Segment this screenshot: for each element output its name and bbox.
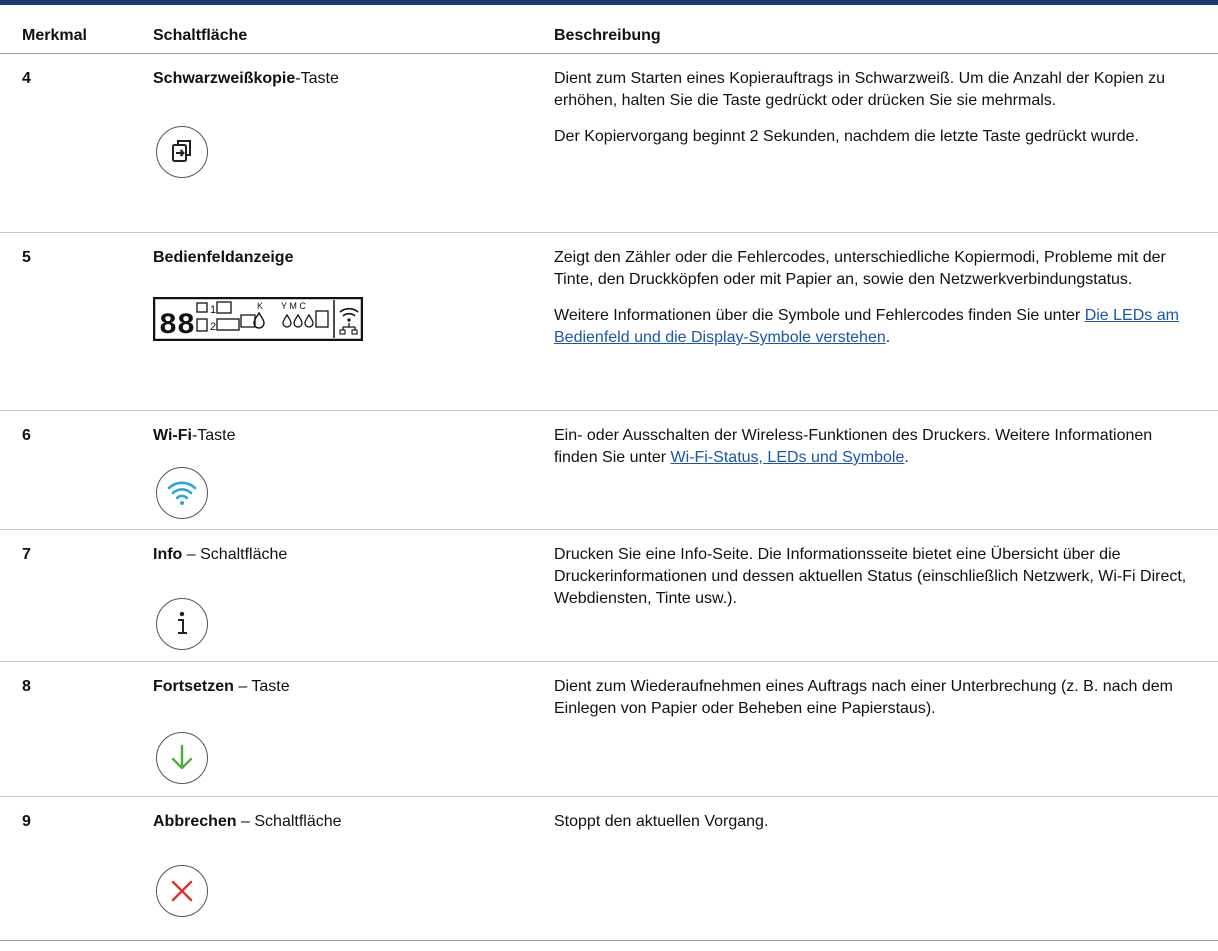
control-panel-display: 88 1 2 K Y M C [152,296,364,343]
button-label-bold: Fortsetzen [153,678,234,695]
feature-number: 9 [22,813,31,830]
header-schaltflaeche: Schaltfläche [153,27,248,44]
button-label-bold: Wi-Fi [153,427,192,444]
description: Ein- oder Ausschalten der Wireless-Funkt… [554,425,1194,483]
description-text: Drucken Sie eine Info-Seite. Die Informa… [554,546,1187,607]
spec-table-page: Merkmal Schaltfläche Beschreibung 4 Schw… [0,0,1218,951]
wifi-status-link[interactable]: Wi-Fi-Status, LEDs und Symbole [671,449,905,466]
description-text: Zeigt den Zähler oder die Fehlercodes, u… [554,249,1166,288]
display-ymc: Y M C [281,301,306,311]
table-row: 6 Wi-Fi-Taste Ein- oder Ausschalten der … [0,411,1218,529]
button-label-bold: Info [153,546,183,563]
button-label: Abbrechen – Schaltfläche [153,813,342,831]
copy-button[interactable] [156,126,208,178]
button-label-rest: -Taste [295,70,339,87]
description-suffix: . [904,449,909,466]
display-one: 1 [210,304,216,316]
header-beschreibung: Beschreibung [554,27,661,44]
button-label-rest: – Schaltfläche [236,813,342,830]
display-k: K [257,301,263,311]
description-text: Stoppt den aktuellen Vorgang. [554,813,769,830]
table-row: 5 Bedienfeldanzeige 88 1 2 K Y M C Zeigt… [0,233,1218,410]
button-label-rest: -Taste [191,427,236,444]
button-label: Bedienfeldanzeige [153,249,293,267]
button-label-bold: Schwarzweißkopie [153,70,296,87]
table-row: 8 Fortsetzen – Taste Dient zum Wiederauf… [0,662,1218,796]
table-row: 7 Info – Schaltfläche Drucken Sie eine I… [0,530,1218,661]
table-row: 9 Abbrechen – Schaltfläche Stoppt den ak… [0,797,1218,939]
button-label: Schwarzweißkopie-Taste [153,70,339,88]
resume-arrow-icon [171,744,193,770]
feature-number: 6 [22,427,31,444]
description-suffix: . [885,329,891,346]
description-text: Weitere Informationen über die Symbole u… [554,305,1194,349]
feature-number: 7 [22,546,31,563]
info-icon [178,611,187,634]
button-label-rest: – Schaltfläche [182,546,288,563]
description: Drucken Sie eine Info-Seite. Die Informa… [554,544,1194,624]
description-text: Der Kopiervorgang beginnt 2 Sekunden, na… [554,128,1139,145]
display-digits: 88 [159,309,195,341]
feature-number: 8 [22,678,31,695]
description: Zeigt den Zähler oder die Fehlercodes, u… [554,247,1194,363]
button-label: Fortsetzen – Taste [153,678,290,696]
table-row: 4 Schwarzweißkopie-Taste Dient zum Start… [0,54,1218,232]
button-label-rest: – Taste [233,678,290,695]
table-bottom-rule [0,940,1218,941]
control-panel-display-icon: 88 1 2 K Y M C [152,296,364,343]
button-label: Info – Schaltfläche [153,546,287,564]
description-text: Dient zum Wiederaufnehmen eines Auftrags… [554,678,1173,717]
description: Stoppt den aktuellen Vorgang. [554,811,1194,847]
feature-number: 4 [22,70,31,87]
description: Dient zum Starten eines Kopierauftrags i… [554,68,1194,162]
table-header: Merkmal Schaltfläche Beschreibung [0,5,1218,53]
button-label: Wi-Fi-Taste [153,427,236,445]
header-merkmal: Merkmal [22,27,87,44]
cancel-button[interactable] [156,865,208,917]
display-two: 2 [210,321,216,333]
cancel-x-icon [171,880,193,902]
description-prefix: Weitere Informationen über die Symbole u… [554,307,1081,324]
description-text: Dient zum Starten eines Kopierauftrags i… [554,70,1165,109]
description: Dient zum Wiederaufnehmen eines Auftrags… [554,676,1194,734]
button-label-bold: Bedienfeldanzeige [153,249,294,266]
wifi-icon [167,481,197,505]
copy-icon [172,140,191,162]
info-button[interactable] [156,598,208,650]
wifi-button[interactable] [156,467,208,519]
description-text: Ein- oder Ausschalten der Wireless-Funkt… [554,425,1194,469]
resume-button[interactable] [156,732,208,784]
feature-number: 5 [22,249,31,266]
button-label-bold: Abbrechen [153,813,237,830]
